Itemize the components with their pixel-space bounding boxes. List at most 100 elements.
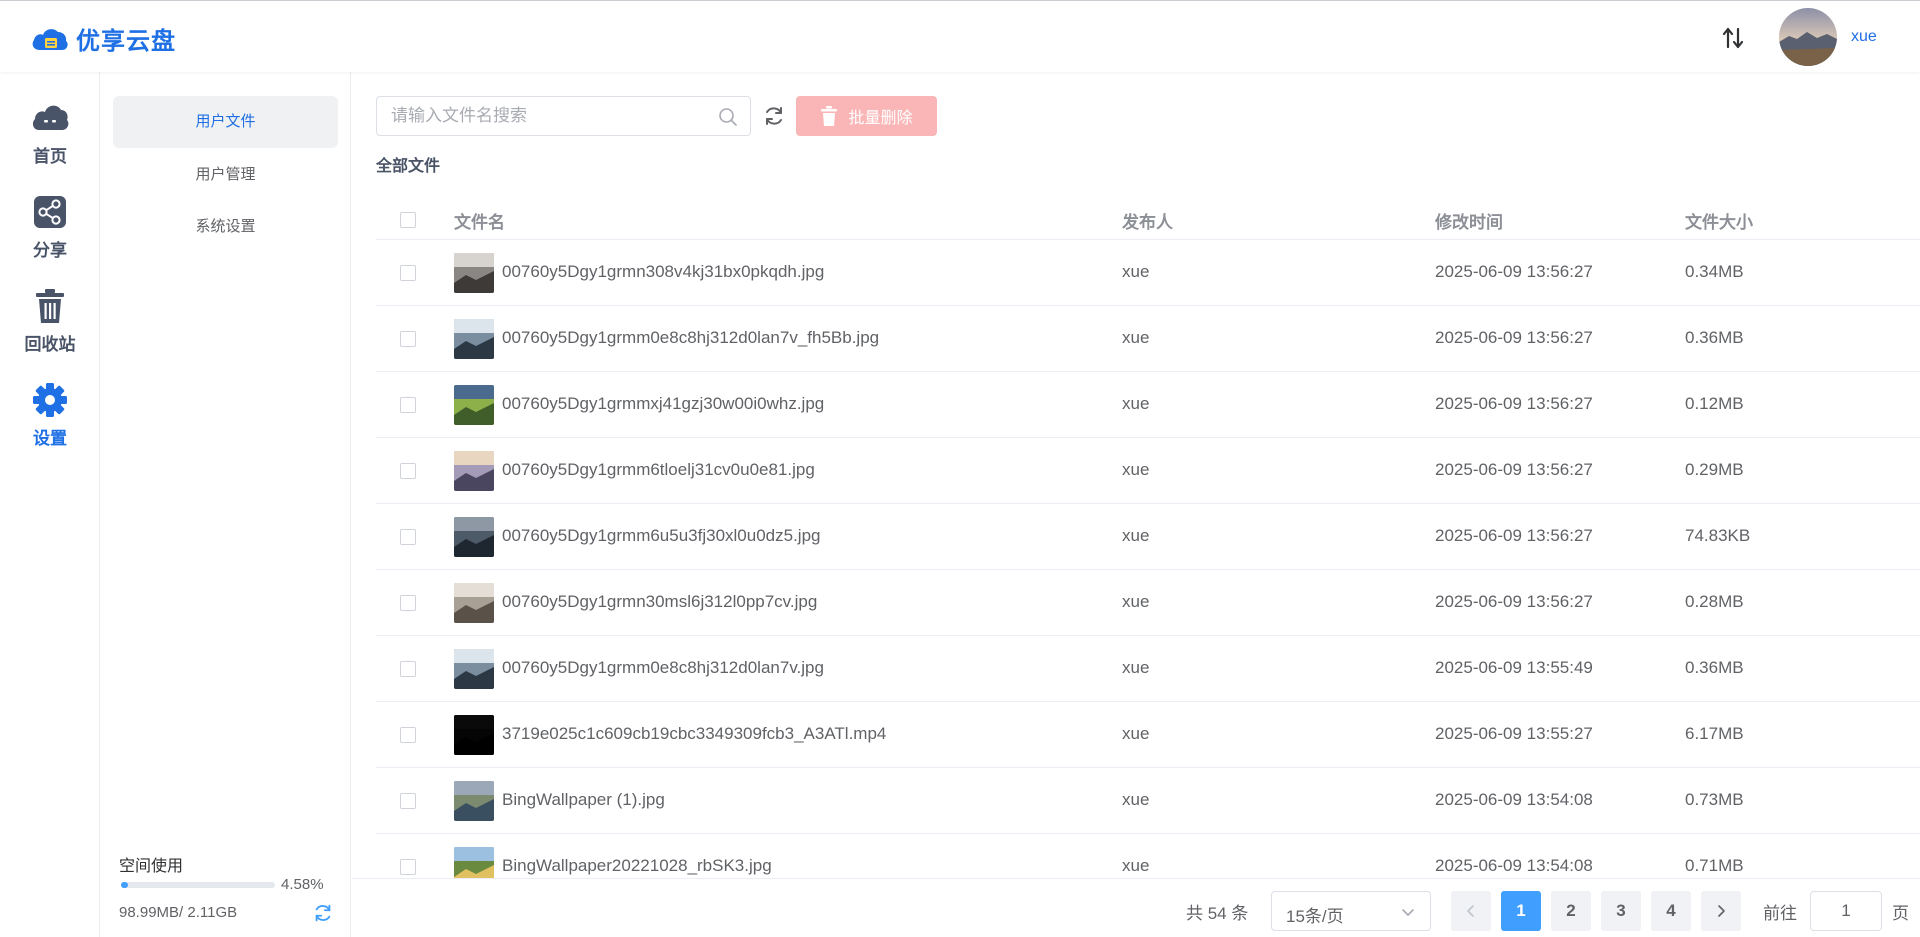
table-row[interactable]: 00760y5Dgy1grmm6u5u3fj30xl0u0dz5.jpg xue 2… bbox=[376, 504, 1920, 570]
file-name[interactable]: 00760y5Dgy1grmm0e8c8hj312d0lan7v_fh5Bb.j… bbox=[502, 328, 879, 348]
column-header-publisher[interactable]: 发布人 bbox=[1122, 208, 1173, 233]
transfer-list-button[interactable] bbox=[1718, 23, 1748, 53]
submenu-item-user-management[interactable]: 用户管理 bbox=[113, 149, 338, 201]
row-checkbox[interactable] bbox=[400, 727, 416, 743]
row-checkbox[interactable] bbox=[400, 793, 416, 809]
file-thumbnail[interactable] bbox=[454, 517, 494, 557]
image-thumbnail-icon bbox=[454, 451, 494, 491]
storage-progress-bar bbox=[121, 882, 275, 888]
refresh-list-icon[interactable] bbox=[762, 104, 786, 128]
file-thumbnail[interactable] bbox=[454, 253, 494, 293]
file-thumbnail[interactable] bbox=[454, 385, 494, 425]
table-row[interactable]: 00760y5Dgy1grmn30msl6j312l0pp7cv.jpg xue 2… bbox=[376, 570, 1920, 636]
table-row[interactable]: 00760y5Dgy1grmmxj41gzj30w00i0whz.jpg xue 2… bbox=[376, 372, 1920, 438]
file-size: 0.73MB bbox=[1685, 790, 1744, 809]
submenu-item-user-files[interactable]: 用户文件 bbox=[113, 96, 338, 148]
page-button-3[interactable]: 3 bbox=[1601, 891, 1641, 931]
storage-title: 空间使用 bbox=[119, 858, 184, 875]
file-name[interactable]: 00760y5Dgy1grmn30msl6j312l0pp7cv.jpg bbox=[502, 592, 817, 612]
storage-usage-panel: 空间使用 4.58% 98.99MB/ 2.11GB bbox=[119, 852, 334, 922]
page-button-1[interactable]: 1 bbox=[1501, 891, 1541, 931]
row-checkbox[interactable] bbox=[400, 529, 416, 545]
page-unit-label: 页 bbox=[1892, 904, 1909, 923]
page-button-2[interactable]: 2 bbox=[1551, 891, 1591, 931]
nav-item-recycle-bin[interactable]: 回收站 bbox=[0, 286, 100, 355]
file-name[interactable]: 00760y5Dgy1grmm0e8c8hj312d0lan7v.jpg bbox=[502, 658, 824, 678]
next-page-button[interactable] bbox=[1701, 891, 1741, 931]
user-avatar[interactable] bbox=[1779, 8, 1837, 66]
search-box bbox=[376, 96, 751, 136]
goto-page-input[interactable] bbox=[1810, 891, 1882, 931]
page-size-select[interactable]: 15条/页 bbox=[1271, 891, 1431, 931]
row-checkbox[interactable] bbox=[400, 331, 416, 347]
table-row[interactable]: 00760y5Dgy1grmm0e8c8hj312d0lan7v.jpg xue 2… bbox=[376, 636, 1920, 702]
file-modified-time: 2025-06-09 13:55:49 bbox=[1435, 658, 1593, 677]
search-input[interactable] bbox=[377, 97, 697, 135]
nav-item-settings[interactable]: 设置 bbox=[0, 380, 100, 449]
file-manager-main: 批量删除 全部文件 文件名 发布人 修改时间 文件大小 00760y5Dgy1g… bbox=[352, 72, 1920, 937]
file-thumbnail[interactable] bbox=[454, 715, 494, 755]
app-name: 优享云盘 bbox=[76, 28, 176, 55]
goto-label: 前往 bbox=[1763, 904, 1797, 923]
avatar-landscape-icon bbox=[1779, 8, 1837, 66]
file-thumbnail[interactable] bbox=[454, 319, 494, 359]
row-checkbox[interactable] bbox=[400, 397, 416, 413]
nav-item-share[interactable]: 分享 bbox=[0, 192, 100, 261]
file-thumbnail[interactable] bbox=[454, 451, 494, 491]
page-button-4[interactable]: 4 bbox=[1651, 891, 1691, 931]
file-name[interactable]: 3719e025c1c609cb19cbc3349309fcb3_A3ATl.m… bbox=[502, 724, 886, 744]
image-thumbnail-icon bbox=[454, 583, 494, 623]
column-header-size[interactable]: 文件大小 bbox=[1685, 208, 1753, 233]
app-logo[interactable]: 优享云盘 bbox=[30, 21, 176, 56]
nav-label-settings: 设置 bbox=[33, 429, 67, 448]
file-publisher: xue bbox=[1122, 328, 1150, 347]
file-modified-time: 2025-06-09 13:56:27 bbox=[1435, 394, 1593, 413]
refresh-icon[interactable] bbox=[312, 902, 334, 924]
row-checkbox[interactable] bbox=[400, 265, 416, 281]
main-nav: 首页 分享 回收站 设置 bbox=[0, 72, 100, 937]
row-checkbox[interactable] bbox=[400, 661, 416, 677]
select-all-checkbox[interactable] bbox=[400, 212, 416, 228]
app-header: 优享云盘 xue bbox=[0, 0, 1920, 72]
table-row[interactable]: 00760y5Dgy1grmn308v4kj31bx0pkqdh.jpg xue 2… bbox=[376, 240, 1920, 306]
username-link[interactable]: xue bbox=[1851, 28, 1877, 46]
file-name[interactable]: 00760y5Dgy1grmm6u5u3fj30xl0u0dz5.jpg bbox=[502, 526, 821, 546]
image-thumbnail-icon bbox=[454, 385, 494, 425]
file-thumbnail[interactable] bbox=[454, 649, 494, 689]
row-checkbox[interactable] bbox=[400, 463, 416, 479]
file-name[interactable]: 00760y5Dgy1grmmxj41gzj30w00i0whz.jpg bbox=[502, 394, 824, 414]
file-size: 0.36MB bbox=[1685, 328, 1744, 347]
file-thumbnail[interactable] bbox=[454, 583, 494, 623]
file-name[interactable]: 00760y5Dgy1grmm6tloelj31cv0u0e81.jpg bbox=[502, 460, 815, 480]
prev-page-button[interactable] bbox=[1451, 891, 1491, 931]
nav-label-recycle-bin: 回收站 bbox=[24, 335, 76, 354]
batch-delete-button[interactable]: 批量删除 bbox=[796, 96, 937, 136]
file-name[interactable]: BingWallpaper (1).jpg bbox=[502, 790, 665, 810]
row-checkbox[interactable] bbox=[400, 859, 416, 875]
file-publisher: xue bbox=[1122, 592, 1150, 611]
file-modified-time: 2025-06-09 13:54:08 bbox=[1435, 856, 1593, 875]
table-row[interactable]: 00760y5Dgy1grmm6tloelj31cv0u0e81.jpg xue 2… bbox=[376, 438, 1920, 504]
nav-item-home[interactable]: 首页 bbox=[0, 98, 100, 167]
file-size: 0.71MB bbox=[1685, 856, 1744, 875]
breadcrumb[interactable]: 全部文件 bbox=[376, 152, 440, 176]
search-icon[interactable] bbox=[718, 107, 738, 127]
file-thumbnail[interactable] bbox=[454, 781, 494, 821]
file-publisher: xue bbox=[1122, 262, 1150, 281]
row-checkbox[interactable] bbox=[400, 595, 416, 611]
page-size-value: 15条/页 bbox=[1286, 907, 1344, 926]
pagination: 共 54 条 15条/页 1 2 3 4 前往 页 bbox=[352, 878, 1920, 937]
table-row[interactable]: 00760y5Dgy1grmm0e8c8hj312d0lan7v_fh5Bb.j… bbox=[376, 306, 1920, 372]
cloud-icon bbox=[32, 105, 69, 130]
file-name[interactable]: BingWallpaper20221028_rbSK3.jpg bbox=[502, 856, 772, 876]
file-name[interactable]: 00760y5Dgy1grmn308v4kj31bx0pkqdh.jpg bbox=[502, 262, 824, 282]
image-thumbnail-icon bbox=[454, 649, 494, 689]
file-modified-time: 2025-06-09 13:55:27 bbox=[1435, 724, 1593, 743]
table-row[interactable]: 3719e025c1c609cb19cbc3349309fcb3_A3ATl.m… bbox=[376, 702, 1920, 768]
column-header-modified[interactable]: 修改时间 bbox=[1435, 208, 1503, 233]
column-header-filename[interactable]: 文件名 bbox=[454, 208, 505, 233]
table-row[interactable]: BingWallpaper (1).jpg xue 2025-06-09 13:54… bbox=[376, 768, 1920, 834]
file-publisher: xue bbox=[1122, 856, 1150, 875]
submenu-item-system-settings[interactable]: 系统设置 bbox=[113, 201, 338, 253]
storage-size: 98.99MB/ 2.11GB bbox=[119, 904, 238, 921]
